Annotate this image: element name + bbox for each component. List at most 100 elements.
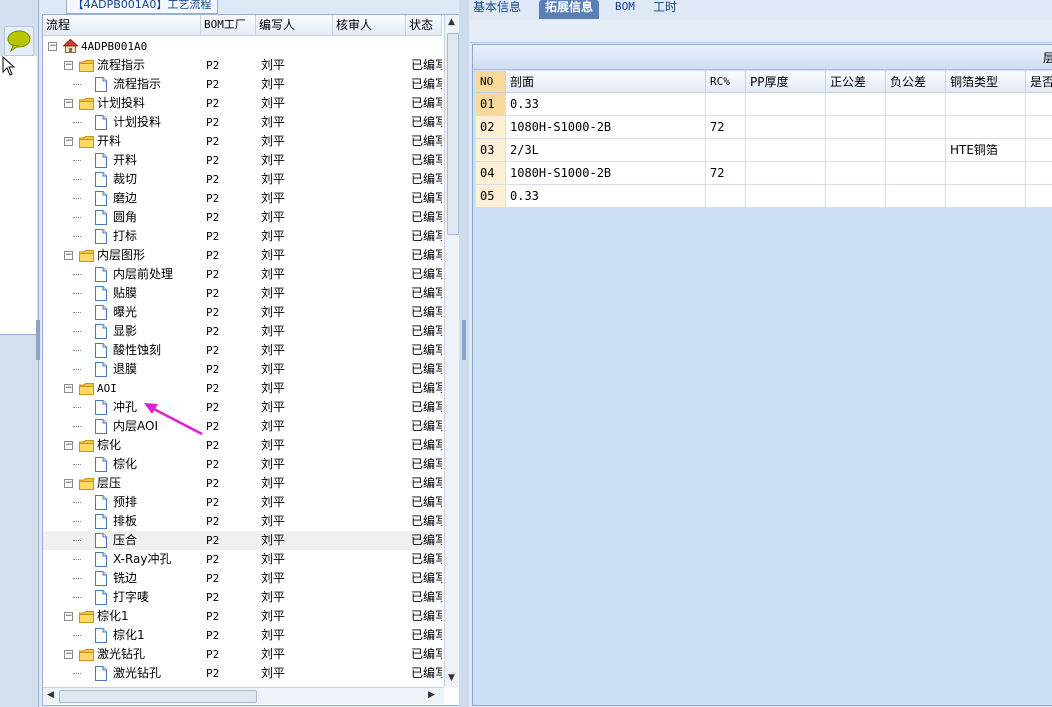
- tree-row[interactable]: 铣边 P2 刘平 已编写: [43, 569, 442, 588]
- col-header-process[interactable]: 流程: [43, 15, 201, 35]
- tree-expander-icon[interactable]: −: [64, 650, 73, 659]
- tree-row[interactable]: 开料 P2 刘平 已编写: [43, 151, 442, 170]
- grid-cell-section[interactable]: 1080H-S1000-2B: [506, 116, 706, 139]
- tree-expander-icon[interactable]: −: [64, 479, 73, 488]
- grid-row[interactable]: 03 2/3L HTE铜箔: [476, 139, 1052, 162]
- grid-row[interactable]: 02 1080H-S1000-2B 72: [476, 116, 1052, 139]
- panel-splitter[interactable]: [459, 0, 469, 707]
- tree-expander-icon[interactable]: −: [64, 137, 73, 146]
- scroll-right-icon[interactable]: ▶: [428, 690, 435, 700]
- tree-vertical-scrollbar[interactable]: ▲ ▼: [444, 15, 459, 687]
- scroll-up-icon[interactable]: ▲: [448, 17, 455, 27]
- tree-vertical-scroll-thumb[interactable]: [447, 33, 459, 235]
- tree-row[interactable]: − 层压 P2 刘平 已编写: [43, 474, 442, 493]
- tree-row[interactable]: −棕化P2刘平已编写: [43, 436, 442, 455]
- tree-row[interactable]: 打标 P2 刘平 已编写: [43, 227, 442, 246]
- grid-col-section[interactable]: 剖面: [506, 71, 706, 93]
- chat-button[interactable]: [4, 26, 34, 56]
- tree-row[interactable]: 磨边 P2 刘平 已编写: [43, 189, 442, 208]
- grid-col-rc[interactable]: RC%: [706, 71, 746, 93]
- grid-cell-copper-type[interactable]: [946, 93, 1026, 116]
- tree-row[interactable]: − 流程指示 P2 刘平 已编写: [43, 56, 442, 75]
- grid-cell-rc[interactable]: [706, 93, 746, 116]
- tree-row[interactable]: − 内层图形 P2 刘平 已编写: [43, 246, 442, 265]
- tab-extended-info[interactable]: 拓展信息: [539, 0, 600, 19]
- grid-cell-pos-tolerance[interactable]: [826, 185, 886, 208]
- grid-col-copper-type[interactable]: 铜箔类型: [946, 71, 1026, 93]
- grid-col-is[interactable]: 是否: [1026, 71, 1052, 93]
- tree-expander-icon[interactable]: −: [64, 251, 73, 260]
- tree-row[interactable]: 裁切 P2 刘平 已编写: [43, 170, 442, 189]
- tree-expander-icon[interactable]: −: [64, 612, 73, 621]
- grid-cell-neg-tolerance[interactable]: [886, 185, 946, 208]
- tree-row[interactable]: 排板 P2 刘平 已编写: [43, 512, 442, 531]
- grid-cell-rc[interactable]: 72: [706, 162, 746, 185]
- tree-row[interactable]: − 棕化1 P2 刘平 已编写: [43, 607, 442, 626]
- tree-horizontal-scrollbar[interactable]: ◀ ▶: [43, 687, 444, 704]
- grid-cell-no[interactable]: 04: [476, 162, 506, 185]
- grid-cell-copper-type[interactable]: HTE铜箔: [946, 139, 1026, 162]
- grid-cell-section[interactable]: 0.33: [506, 93, 706, 116]
- tree-row[interactable]: − 开料 P2 刘平 已编写: [43, 132, 442, 151]
- tree-horizontal-scroll-thumb[interactable]: [59, 690, 257, 703]
- grid-col-pp-thickness[interactable]: PP厚度: [746, 71, 826, 93]
- grid-cell-is[interactable]: [1026, 93, 1052, 116]
- grid-cell-no[interactable]: 01: [476, 93, 506, 116]
- tree-row[interactable]: − 激光钻孔 P2 刘平 已编写: [43, 645, 442, 664]
- tree-expander-icon[interactable]: −: [64, 99, 73, 108]
- grid-cell-copper-type[interactable]: [946, 162, 1026, 185]
- grid-cell-neg-tolerance[interactable]: [886, 162, 946, 185]
- grid-cell-is[interactable]: [1026, 185, 1052, 208]
- tree-row[interactable]: 预排 P2 刘平 已编写: [43, 493, 442, 512]
- grid-cell-pp-thickness[interactable]: [746, 139, 826, 162]
- window-title-tab[interactable]: 【4ADPB001A0】工艺流程: [66, 0, 218, 14]
- tree-row[interactable]: 流程指示 P2 刘平 已编写: [43, 75, 442, 94]
- tree-row[interactable]: 曝光 P2 刘平 已编写: [43, 303, 442, 322]
- tree-row[interactable]: 棕化 P2 刘平 已编写: [43, 455, 442, 474]
- grid-row[interactable]: 01 0.33: [476, 93, 1052, 116]
- grid-col-neg-tolerance[interactable]: 负公差: [886, 71, 946, 93]
- tree-expander-icon[interactable]: −: [64, 441, 73, 450]
- grid-cell-pos-tolerance[interactable]: [826, 116, 886, 139]
- tree-row[interactable]: 计划投料 P2 刘平 已编写: [43, 113, 442, 132]
- tab-basic-info[interactable]: 基本信息: [473, 0, 521, 19]
- grid-cell-pos-tolerance[interactable]: [826, 93, 886, 116]
- tree-row[interactable]: 冲孔P2刘平已编写: [43, 398, 442, 417]
- grid-cell-rc[interactable]: [706, 139, 746, 162]
- grid-cell-pp-thickness[interactable]: [746, 162, 826, 185]
- grid-col-no[interactable]: NO: [476, 71, 506, 93]
- splitter-handle[interactable]: [462, 320, 466, 360]
- scroll-down-icon[interactable]: ▼: [448, 673, 455, 683]
- grid-cell-no[interactable]: 02: [476, 116, 506, 139]
- grid-cell-is[interactable]: [1026, 162, 1052, 185]
- tree-row[interactable]: 贴膜 P2 刘平 已编写: [43, 284, 442, 303]
- grid-cell-section[interactable]: 0.33: [506, 185, 706, 208]
- tree-row[interactable]: 压合 P2 刘平 已编写: [43, 531, 442, 550]
- tree-row[interactable]: 圆角 P2 刘平 已编写: [43, 208, 442, 227]
- grid-row[interactable]: 05 0.33: [476, 185, 1052, 208]
- tree-row[interactable]: 酸性蚀刻 P2 刘平 已编写: [43, 341, 442, 360]
- tree-expander-icon[interactable]: −: [64, 384, 73, 393]
- tab-work-hours[interactable]: 工时: [653, 0, 677, 19]
- tree-expander-icon[interactable]: −: [48, 42, 57, 51]
- grid-row[interactable]: 04 1080H-S1000-2B 72: [476, 162, 1052, 185]
- grid-cell-section[interactable]: 1080H-S1000-2B: [506, 162, 706, 185]
- grid-cell-pp-thickness[interactable]: [746, 116, 826, 139]
- grid-cell-is[interactable]: [1026, 139, 1052, 162]
- grid-cell-pp-thickness[interactable]: [746, 93, 826, 116]
- tree-row[interactable]: − 计划投料 P2 刘平 已编写: [43, 94, 442, 113]
- grid-cell-copper-type[interactable]: [946, 185, 1026, 208]
- grid-cell-pos-tolerance[interactable]: [826, 139, 886, 162]
- tree-row[interactable]: 内层AOIP2刘平已编写: [43, 417, 442, 436]
- tree-expander-icon[interactable]: −: [64, 61, 73, 70]
- tree-row[interactable]: 棕化1 P2 刘平 已编写: [43, 626, 442, 645]
- tree-row[interactable]: 退膜 P2 刘平 已编写: [43, 360, 442, 379]
- tab-bom[interactable]: BOM: [615, 0, 635, 19]
- tree-row[interactable]: 激光钻孔 P2 刘平 已编写: [43, 664, 442, 683]
- left-collapse-handle[interactable]: [36, 320, 40, 360]
- tree-row[interactable]: 显影 P2 刘平 已编写: [43, 322, 442, 341]
- grid-cell-copper-type[interactable]: [946, 116, 1026, 139]
- grid-cell-section[interactable]: 2/3L: [506, 139, 706, 162]
- grid-cell-rc[interactable]: [706, 185, 746, 208]
- col-header-reviewer[interactable]: 核审人: [333, 15, 406, 35]
